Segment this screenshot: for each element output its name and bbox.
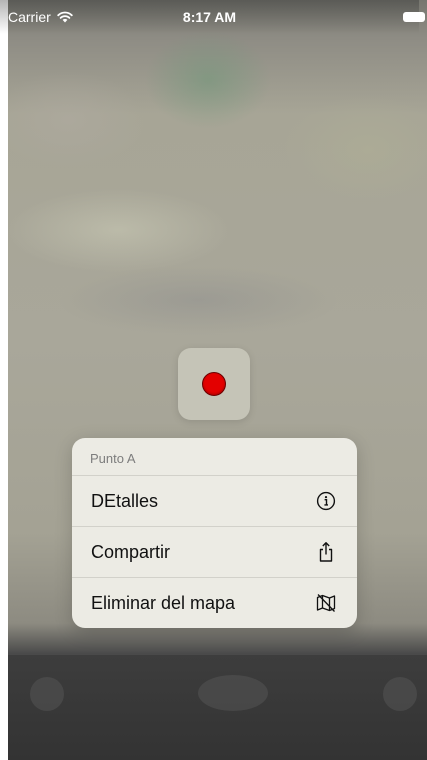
info-icon [315, 490, 337, 512]
menu-item-label: Compartir [91, 541, 171, 562]
status-time: 8:17 AM [182, 9, 237, 25]
map-remove-icon [315, 592, 337, 614]
blurred-toolbar-icon [383, 677, 417, 711]
bottom-toolbar-blurred [8, 655, 427, 760]
menu-item-share[interactable]: Compartir [72, 526, 357, 577]
blurred-toolbar-icon [198, 675, 268, 711]
menu-item-label: Eliminar del mapa [91, 592, 236, 613]
context-menu-title: Punto A [90, 451, 136, 466]
red-pin-icon [202, 372, 226, 396]
menu-item-label: DEtalles [91, 490, 159, 511]
map-pin-preview[interactable] [178, 348, 250, 420]
blurred-toolbar-icon [30, 677, 64, 711]
menu-item-details[interactable]: DEtalles [72, 475, 357, 526]
share-icon [315, 541, 337, 563]
context-menu: Punto A DEtalles Compartir Eliminar del … [72, 438, 357, 628]
battery-icon [403, 12, 425, 22]
status-bar: Carrier 8:17 AM [0, 0, 425, 34]
menu-item-remove-from-map[interactable]: Eliminar del mapa [72, 577, 357, 628]
